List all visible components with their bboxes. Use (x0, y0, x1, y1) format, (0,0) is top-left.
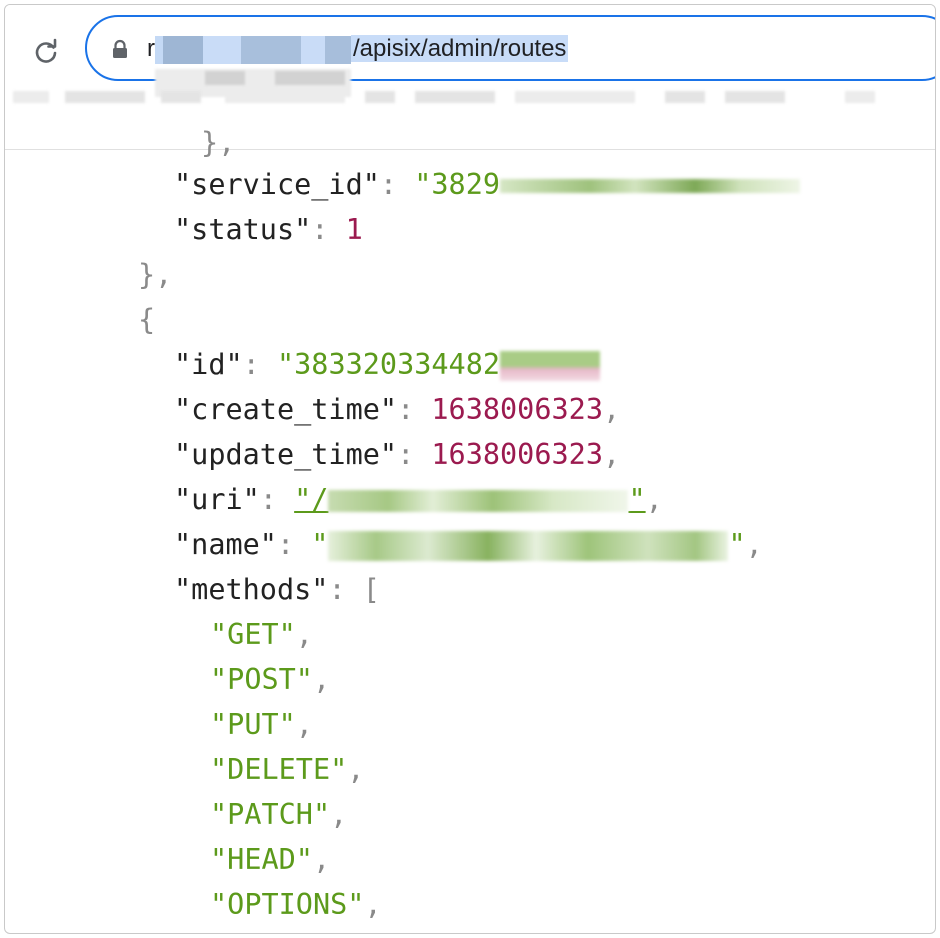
json-line-service-id: "service_id": "3829 (174, 165, 801, 205)
json-line-methods: "methods": [ (174, 573, 380, 606)
json-key: "create_time" (174, 393, 398, 426)
json-key: "update_time" (174, 438, 398, 471)
json-line-create-time: "create_time": 1638006323, (174, 393, 621, 426)
url-host: r (147, 35, 155, 62)
reload-icon[interactable] (31, 37, 61, 67)
json-key: "uri" (174, 483, 260, 516)
redacted-value (500, 179, 801, 193)
json-key: "methods" (174, 573, 329, 606)
json-line-id: "id": "383320334482 (174, 345, 601, 385)
json-key: "name" (174, 528, 277, 561)
browser-toolbar: r/apisix/admin/routes (5, 5, 935, 150)
url-path: /apisix/admin/routes (351, 35, 569, 62)
json-number-value: 1 (345, 213, 363, 246)
partial-line (210, 923, 370, 933)
method-item: "PATCH", (210, 798, 348, 831)
json-close-brace: }, (138, 258, 173, 291)
json-viewer: }, "service_id": "3829 "status": 1 }, { … (5, 126, 935, 933)
json-key: "id" (174, 348, 243, 381)
url-host-redacted (155, 35, 351, 64)
redacted-value (500, 351, 601, 381)
method-item: "GET", (210, 618, 313, 651)
json-string-value: "383320334482 (276, 348, 501, 381)
url-text[interactable]: r/apisix/admin/routes (147, 33, 569, 65)
json-string-value: "3829 (414, 168, 501, 201)
method-item: "PUT", (210, 708, 313, 741)
json-open-brace: { (138, 303, 156, 336)
partial-line: }, (201, 126, 236, 159)
browser-window: r/apisix/admin/routes }, "service_id": "… (4, 4, 936, 934)
lock-icon (113, 39, 127, 58)
redacted-value (328, 531, 729, 561)
json-string-value: " (311, 528, 329, 561)
json-line-update-time: "update_time": 1638006323, (174, 438, 621, 471)
method-item: "DELETE", (210, 753, 365, 786)
json-number-value: 1638006323 (431, 393, 603, 426)
json-line-uri: "uri": "/", (174, 483, 663, 516)
json-key: "service_id" (174, 168, 380, 201)
bookmarks-bar-redacted (5, 87, 935, 107)
json-key: "status" (174, 213, 312, 246)
uri-link[interactable]: "/" (294, 483, 646, 516)
method-item: "HEAD", (210, 843, 331, 876)
method-item: "POST", (210, 663, 331, 696)
redacted-value (328, 490, 629, 512)
json-line-name: "name": " ", (174, 528, 763, 561)
json-number-value: 1638006323 (431, 438, 603, 471)
json-line-status: "status": 1 (174, 213, 363, 246)
method-item: "OPTIONS", (210, 888, 382, 921)
